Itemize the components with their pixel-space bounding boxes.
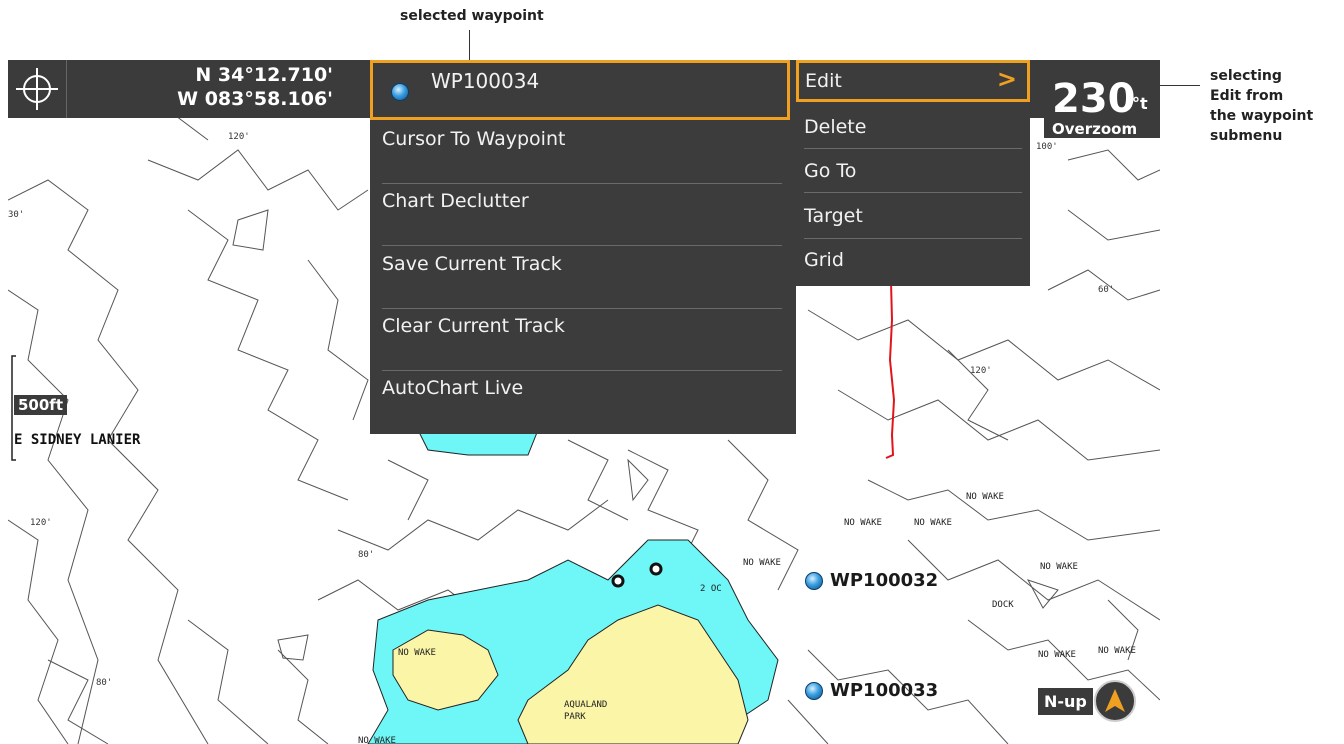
chart-view[interactable]: 120' 30' 120' 80' 80' 60' 120' 100' NO W… xyxy=(8,60,1160,744)
park-label: AQUALAND xyxy=(564,700,608,710)
submenu-item-target[interactable]: Target xyxy=(804,205,863,227)
annotation-pointer-line-top xyxy=(469,30,470,62)
depth-label: 80' xyxy=(96,678,113,688)
submenu-item-edit[interactable]: Edit > xyxy=(796,60,1030,102)
depth-label: 30' xyxy=(8,210,25,220)
no-wake-label: NO WAKE xyxy=(1038,650,1076,660)
waypoint-icon xyxy=(391,83,409,101)
orientation-label: N-up xyxy=(1038,688,1093,715)
selected-waypoint-name: WP100034 xyxy=(431,69,540,93)
waypoint-icon[interactable] xyxy=(805,682,823,700)
orientation-badge[interactable]: N-up xyxy=(1038,680,1136,724)
annotation-line-3: the waypoint xyxy=(1210,108,1314,124)
heading-unit: °t xyxy=(1132,94,1148,113)
longitude: W 083°58.106' xyxy=(177,88,333,110)
park-label: PARK xyxy=(564,712,586,722)
annotation-selected-waypoint: selected waypoint xyxy=(400,8,544,24)
menu-item-chart-declutter[interactable]: Chart Declutter xyxy=(382,190,529,212)
no-wake-label: NO WAKE xyxy=(914,518,952,528)
annotation-line-2: Edit from xyxy=(1210,88,1284,104)
marker-2oc-label: 2 OC xyxy=(700,584,722,594)
submenu-divider xyxy=(804,192,1022,193)
menu-item-save-current-track[interactable]: Save Current Track xyxy=(382,253,562,275)
waypoint-label[interactable]: WP100032 xyxy=(830,570,938,591)
no-wake-label: NO WAKE xyxy=(743,558,781,568)
waypoint-submenu: Edit > Delete Go To Target Grid xyxy=(796,60,1030,286)
submenu-item-grid[interactable]: Grid xyxy=(804,249,844,271)
depth-label: 120' xyxy=(228,132,250,142)
no-wake-label: NO WAKE xyxy=(398,648,436,658)
lake-name-label: E SIDNEY LANIER xyxy=(14,432,141,448)
no-wake-label: NO WAKE xyxy=(966,492,1004,502)
menu-item-cursor-to-waypoint[interactable]: Cursor To Waypoint xyxy=(382,128,565,150)
no-wake-label: NO WAKE xyxy=(358,736,396,744)
menu-selected-waypoint[interactable]: WP100034 xyxy=(370,60,790,120)
depth-label: 80' xyxy=(358,550,375,560)
menu-item-autochart-live[interactable]: AutoChart Live xyxy=(382,377,523,399)
menu-divider xyxy=(382,370,782,371)
submenu-edit-label: Edit xyxy=(805,70,842,92)
waypoint-menu: WP100034 Cursor To Waypoint Chart Declut… xyxy=(370,60,796,434)
submenu-item-delete[interactable]: Delete xyxy=(804,116,866,138)
dock-label: DOCK xyxy=(992,600,1014,610)
menu-divider xyxy=(382,245,782,246)
zoom-label: Overzoom xyxy=(1052,120,1138,138)
heading-box: 230 °t Overzoom xyxy=(1044,76,1160,138)
scale-badge: 500ft xyxy=(14,395,68,415)
heading-value: 230 xyxy=(1052,76,1136,122)
crosshair-icon[interactable] xyxy=(8,60,67,118)
depth-label: 60' xyxy=(1098,285,1115,295)
no-wake-label: NO WAKE xyxy=(844,518,882,528)
submenu-divider xyxy=(804,238,1022,239)
no-wake-label: NO WAKE xyxy=(1040,562,1078,572)
annotation-line-1: selecting xyxy=(1210,68,1282,84)
annotation-selecting-edit: selecting Edit from the waypoint submenu xyxy=(1210,66,1313,146)
waypoint-icon[interactable] xyxy=(805,572,823,590)
menu-divider xyxy=(382,183,782,184)
depth-label: 120' xyxy=(970,366,992,376)
annotation-line-4: submenu xyxy=(1210,128,1283,144)
no-wake-label: NO WAKE xyxy=(1098,646,1136,656)
north-arrow-icon xyxy=(1094,680,1136,722)
depth-label: 100' xyxy=(1036,142,1058,152)
submenu-item-go-to[interactable]: Go To xyxy=(804,160,856,182)
submenu-divider xyxy=(804,148,1022,149)
depth-label: 120' xyxy=(30,518,52,528)
menu-item-clear-current-track[interactable]: Clear Current Track xyxy=(382,315,565,337)
latitude: N 34°12.710' xyxy=(195,64,333,86)
chevron-right-icon: > xyxy=(996,65,1017,93)
waypoint-label[interactable]: WP100033 xyxy=(830,680,938,701)
menu-divider xyxy=(382,308,782,309)
